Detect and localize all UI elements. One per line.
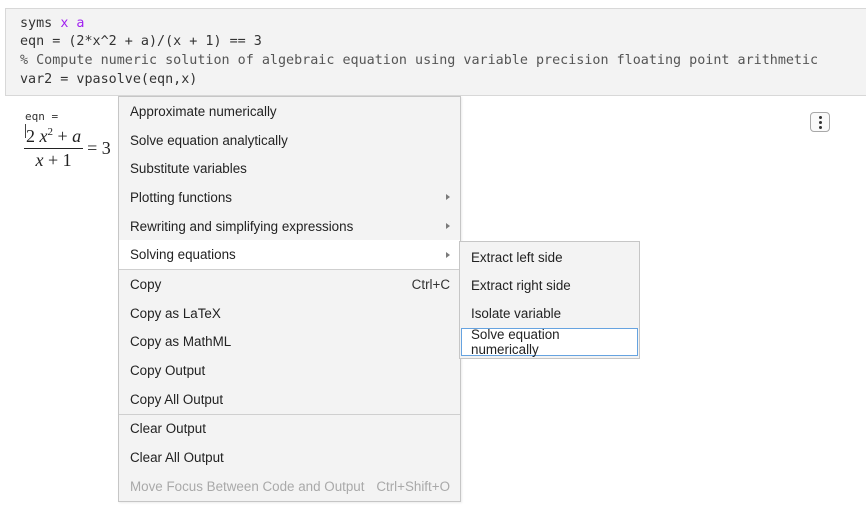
coef: 2 <box>26 126 35 146</box>
menu-item-copy-latex[interactable]: Copy as LaTeX <box>119 299 460 328</box>
menu-item-copy[interactable]: Copy Ctrl+C <box>119 270 460 299</box>
submenu-arrow-icon <box>446 223 450 230</box>
submenu-item-solve-numerically[interactable]: Solve equation numerically <box>461 327 638 358</box>
menu-item-solve-analytically[interactable]: Solve equation analytically <box>119 126 460 155</box>
menu-item-clear-all-output[interactable]: Clear All Output <box>119 443 460 472</box>
fraction: 2 x2 + a x + 1 <box>24 126 84 171</box>
var-a: a <box>72 126 82 146</box>
menu-item-label: Rewriting and simplifying expressions <box>130 218 354 234</box>
menu-item-label: Copy as MathML <box>130 334 232 350</box>
submenu-item-label: Isolate variable <box>471 306 562 322</box>
menu-item-copy-mathml[interactable]: Copy as MathML <box>119 328 460 357</box>
menu-item-label: Clear All Output <box>130 450 224 466</box>
equation-output[interactable]: 2 x2 + a x + 1 = 3 <box>24 126 111 171</box>
menu-item-label: Copy Output <box>130 363 206 379</box>
menu-item-clear-output[interactable]: Clear Output <box>119 415 460 444</box>
menu-item-approximate-numerically[interactable]: Approximate numerically <box>119 97 460 126</box>
code-line-3-comment: % Compute numeric solution of algebraic … <box>20 53 819 68</box>
menu-item-label: Clear Output <box>130 421 206 437</box>
submenu-item-extract-right-side[interactable]: Extract right side <box>461 271 638 299</box>
submenu-item-label: Extract right side <box>471 277 571 293</box>
submenu-item-isolate-variable[interactable]: Isolate variable <box>461 300 638 328</box>
code-symbolic-vars: x a <box>60 16 85 31</box>
exponent: 2 <box>47 126 54 138</box>
code-line-4: var2 = vpasolve(eqn,x) <box>20 72 198 87</box>
code-line-2: eqn = (2*x^2 + a)/(x + 1) == 3 <box>20 34 262 49</box>
menu-item-label: Move Focus Between Code and Output <box>130 478 365 494</box>
menu-item-move-focus: Move Focus Between Code and Output Ctrl+S… <box>119 472 460 501</box>
menu-item-label: Plotting functions <box>130 189 232 205</box>
var-x: x <box>39 126 48 146</box>
menu-item-label: Solving equations <box>130 247 236 263</box>
menu-item-label: Copy as LaTeX <box>130 305 221 321</box>
code-line-1: syms x a <box>20 15 85 33</box>
submenu-item-label: Solve equation numerically <box>471 327 560 358</box>
menu-item-shortcut: Ctrl+C <box>411 276 450 292</box>
output-options-button[interactable] <box>810 112 830 132</box>
submenu-arrow-icon <box>446 251 450 258</box>
submenu-item-extract-left-side[interactable]: Extract left side <box>461 243 638 271</box>
solving-equations-submenu: Extract left side Extract right side Iso… <box>459 241 640 360</box>
menu-item-label: Approximate numerically <box>130 103 277 119</box>
menu-item-label: Copy All Output <box>130 391 224 407</box>
menu-item-solving-equations[interactable]: Solving equations <box>119 240 460 270</box>
menu-item-label: Copy <box>130 276 162 292</box>
menu-item-label: Solve equation analytically <box>130 132 288 148</box>
fraction-numerator: 2 x2 + a <box>24 126 84 149</box>
submenu-arrow-icon <box>446 194 450 201</box>
fraction-denominator: x + 1 <box>36 149 72 171</box>
menu-item-rewriting-simplifying[interactable]: Rewriting and simplifying expressions <box>119 212 460 241</box>
kebab-dot-icon <box>818 115 822 119</box>
menu-item-substitute-variables[interactable]: Substitute variables <box>119 154 460 183</box>
menu-item-plotting-functions[interactable]: Plotting functions <box>119 183 460 212</box>
menu-item-label: Substitute variables <box>130 161 247 177</box>
equation-rhs: = 3 <box>87 138 111 158</box>
plus: + <box>57 126 68 146</box>
code-keyword: syms <box>20 16 53 31</box>
code-editor[interactable]: syms x a eqn = (2*x^2 + a)/(x + 1) == 3 … <box>5 8 866 96</box>
context-menu: Approximate numerically Solve equation a… <box>118 96 461 502</box>
output-variable-label: eqn = <box>25 110 59 123</box>
kebab-dot-icon <box>818 125 822 129</box>
menu-item-copy-all-output[interactable]: Copy All Output <box>119 385 460 414</box>
var-x: x <box>35 150 44 170</box>
menu-item-copy-output[interactable]: Copy Output <box>119 356 460 385</box>
submenu-item-label: Extract left side <box>471 249 563 265</box>
menu-item-shortcut: Ctrl+Shift+O <box>376 478 450 494</box>
denominator-rest: + 1 <box>48 150 72 170</box>
kebab-dot-icon <box>818 120 822 124</box>
